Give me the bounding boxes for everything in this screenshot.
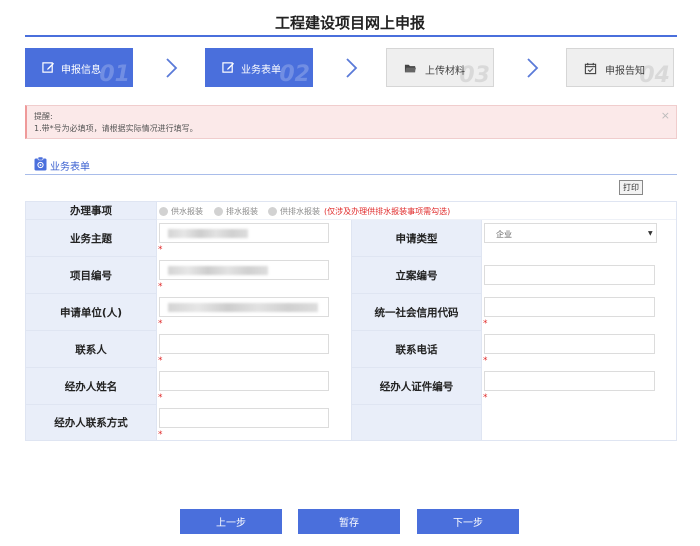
apply-type-value: 企业	[496, 230, 512, 239]
step-label: 业务表单	[241, 65, 281, 76]
alert-title: 提醒:	[34, 112, 53, 121]
chevron-right-icon	[166, 58, 178, 78]
required-mark: *	[158, 282, 163, 292]
alert-text: 1.带*号为必填项，请根据实际情况进行填写。	[34, 124, 198, 133]
page-title: 工程建设项目网上申报	[274, 14, 425, 32]
radio-label: 排水报装	[226, 207, 258, 216]
step-application-notice[interactable]: 申报告知 04	[566, 48, 674, 87]
agent-id-label: 经办人证件编号	[352, 368, 481, 405]
step-number: 01	[99, 62, 130, 87]
credit-code-label: 统一社会信用代码	[352, 294, 481, 331]
handle-item-label: 办理事项	[26, 202, 156, 220]
edit-icon	[222, 62, 235, 73]
agent-name-label: 经办人姓名	[26, 368, 156, 405]
agent-contact-label: 经办人联系方式	[26, 405, 156, 440]
agent-id-input[interactable]	[484, 371, 655, 391]
required-mark: *	[158, 430, 163, 440]
prev-step-button[interactable]: 上一步	[180, 509, 282, 534]
close-icon[interactable]: ×	[661, 110, 670, 121]
required-mark: *	[158, 393, 163, 403]
redacted-value	[168, 229, 248, 238]
business-subject-label: 业务主题	[26, 220, 156, 257]
chevron-right-icon	[346, 58, 358, 78]
empty-label-cell	[352, 405, 481, 440]
step-application-info[interactable]: 申报信息 01	[25, 48, 133, 87]
radio-note: (仅涉及办理供排水报装事项需勾选)	[324, 207, 451, 216]
required-mark: *	[158, 319, 163, 329]
chevron-right-icon	[527, 58, 539, 78]
applicant-label: 申请单位(人)	[26, 294, 156, 331]
section-title: 业务表单	[50, 162, 90, 173]
save-draft-button[interactable]: 暂存	[298, 509, 400, 534]
column-divider	[156, 202, 157, 440]
edit-icon	[42, 62, 55, 73]
agent-name-input[interactable]	[159, 371, 329, 391]
form-icon	[34, 157, 47, 171]
redacted-value	[168, 303, 318, 312]
radio-label: 供排水报装	[280, 207, 320, 216]
radio-supply-drainage[interactable]: 供排水报装	[268, 206, 320, 217]
required-mark: *	[158, 356, 163, 366]
required-mark: *	[483, 319, 488, 329]
required-mark: *	[158, 245, 163, 255]
next-step-button[interactable]: 下一步	[417, 509, 519, 534]
apply-type-label: 申请类型	[352, 220, 481, 257]
section-divider	[25, 174, 677, 175]
project-no-label: 项目编号	[26, 257, 156, 294]
caret-down-icon: ▼	[648, 230, 653, 237]
filing-no-label: 立案编号	[352, 257, 481, 294]
step-upload-materials[interactable]: 上传材料 03	[386, 48, 494, 87]
radio-drainage[interactable]: 排水报装	[214, 206, 258, 217]
radio-label: 供水报装	[171, 207, 203, 216]
required-mark: *	[483, 393, 488, 403]
filing-no-input[interactable]	[484, 265, 655, 285]
phone-label: 联系电话	[352, 331, 481, 368]
agent-contact-input[interactable]	[159, 408, 329, 428]
required-mark: *	[483, 356, 488, 366]
radio-circle[interactable]	[159, 207, 168, 216]
calendar-check-icon	[584, 62, 597, 75]
step-number: 02	[279, 62, 310, 87]
radio-water-supply[interactable]: 供水报装	[159, 206, 203, 217]
step-number: 03	[459, 63, 490, 87]
contact-label: 联系人	[26, 331, 156, 368]
reminder-alert: 提醒: 1.带*号为必填项，请根据实际情况进行填写。 ×	[25, 105, 677, 139]
radio-circle[interactable]	[268, 207, 277, 216]
redacted-value	[168, 266, 268, 275]
phone-input[interactable]	[484, 334, 655, 354]
column-divider	[481, 220, 482, 440]
step-label: 申报信息	[61, 65, 101, 76]
credit-code-input[interactable]	[484, 297, 655, 317]
step-number: 04	[639, 63, 670, 87]
business-form-table: 办理事项 供水报装 排水报装 供排水报装 (仅涉及办理供排水报装事项需勾选) 业…	[25, 201, 677, 441]
print-button[interactable]: 打印	[619, 180, 643, 195]
radio-circle[interactable]	[214, 207, 223, 216]
step-business-form[interactable]: 业务表单 02	[205, 48, 313, 87]
folder-icon	[404, 64, 417, 73]
title-divider	[25, 35, 677, 37]
contact-input[interactable]	[159, 334, 329, 354]
